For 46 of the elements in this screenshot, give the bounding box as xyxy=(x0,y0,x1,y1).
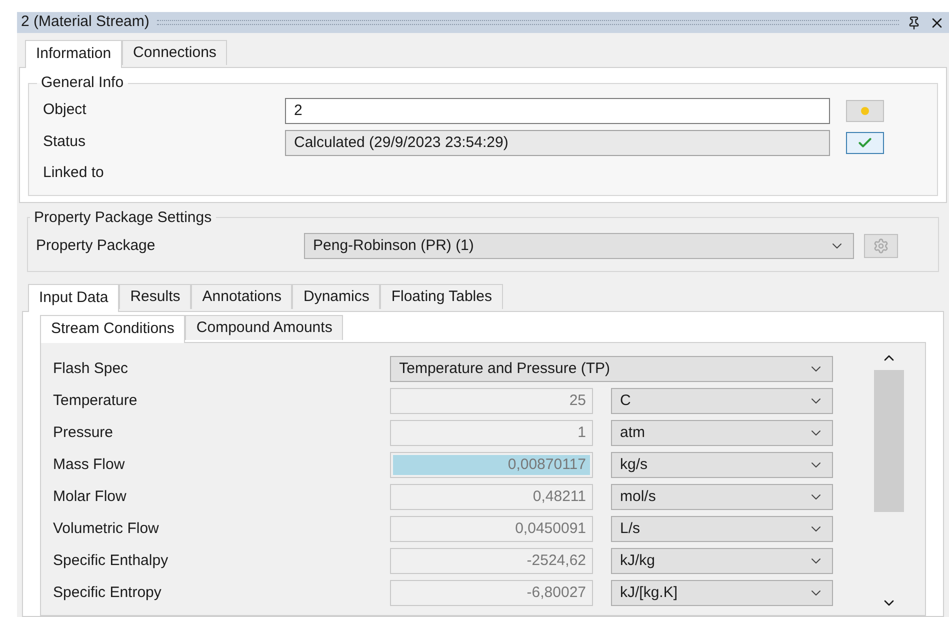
scroll-thumb[interactable] xyxy=(874,370,904,512)
field-label: Status xyxy=(43,132,87,152)
field-label: Specific Enthalpy xyxy=(53,550,170,571)
value-field[interactable]: 0,48211 xyxy=(390,484,593,510)
field-label: Mass Flow xyxy=(53,454,126,475)
pin-icon[interactable] xyxy=(907,16,921,30)
dropdown[interactable]: atm xyxy=(611,420,833,446)
value-field[interactable]: -2524,62 xyxy=(390,548,593,574)
field-label: Pressure xyxy=(53,422,114,443)
tab[interactable]: Compound Amounts xyxy=(185,315,344,340)
dropdown[interactable]: Temperature and Pressure (TP) xyxy=(390,356,833,382)
dropdown[interactable]: mol/s xyxy=(611,484,833,510)
tab[interactable]: Input Data xyxy=(28,284,120,312)
group-title: General Info xyxy=(40,73,125,93)
tab[interactable]: Results xyxy=(119,284,192,309)
dropdown[interactable]: kJ/[kg.K] xyxy=(611,580,833,606)
dropdown[interactable]: kg/s xyxy=(611,452,833,478)
text-field[interactable]: Calculated (29/9/2023 23:54:29) xyxy=(285,130,830,156)
tab[interactable]: Stream Conditions xyxy=(40,315,186,343)
field-label: Temperature xyxy=(53,390,138,411)
window-title: 2 (Material Stream) xyxy=(21,12,150,32)
tab[interactable]: Floating Tables xyxy=(380,284,503,309)
dropdown[interactable]: C xyxy=(611,388,833,414)
tab[interactable]: Information xyxy=(25,40,122,68)
dropdown[interactable]: Peng-Robinson (PR) (1) xyxy=(304,233,854,259)
tab[interactable]: Dynamics xyxy=(292,284,380,309)
value-field[interactable]: 1 xyxy=(390,420,593,446)
value-field[interactable]: -6,80027 xyxy=(390,580,593,606)
field-label: Property Package xyxy=(36,236,156,256)
color-button[interactable] xyxy=(846,100,884,122)
field-label: Object xyxy=(43,100,88,120)
value-field[interactable]: 0,0450091 xyxy=(390,516,593,542)
dropdown[interactable]: kJ/kg xyxy=(611,548,833,574)
gear-icon xyxy=(873,238,889,254)
tab[interactable]: Annotations xyxy=(191,284,292,309)
group-title: Property Package Settings xyxy=(33,208,213,228)
status-button[interactable] xyxy=(846,132,884,154)
tab[interactable]: Connections xyxy=(122,40,228,65)
field-label: Molar Flow xyxy=(53,486,128,507)
field-label: Linked to xyxy=(43,163,104,184)
value-field[interactable]: 25 xyxy=(390,388,593,414)
field-label: Specific Entropy xyxy=(53,582,162,603)
field-label: Flash Spec xyxy=(53,358,130,379)
field-label: Volumetric Flow xyxy=(53,518,160,539)
text-field[interactable]: 2 xyxy=(285,98,830,124)
dropdown[interactable]: L/s xyxy=(611,516,833,542)
